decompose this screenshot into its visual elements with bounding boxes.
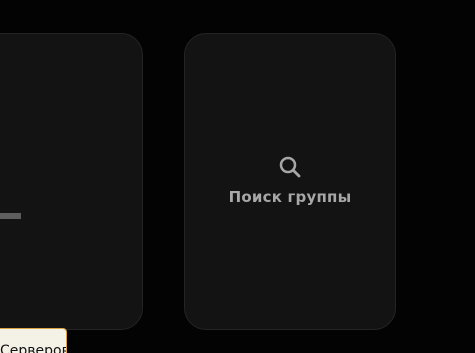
search-icon [279,156,301,178]
plus-icon [0,193,21,240]
group-actions-screen: Поиск группы Серверов [0,0,475,353]
search-group-label: Поиск группы [228,188,352,206]
search-group-card[interactable]: Поиск группы [184,33,396,330]
server-count-tooltip: Серверов [0,328,67,353]
create-group-card[interactable] [0,33,143,330]
tooltip-label: Серверов [0,343,67,353]
